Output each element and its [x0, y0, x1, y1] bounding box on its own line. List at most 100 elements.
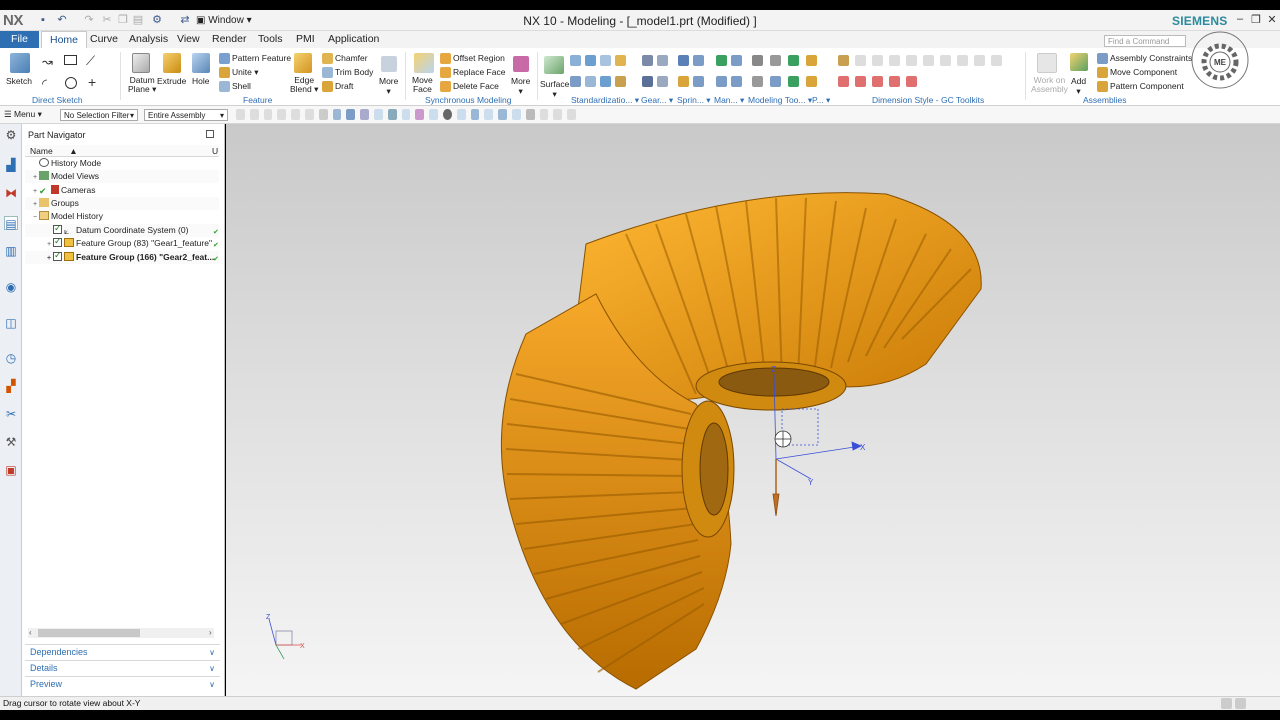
modeling-tool-icon[interactable]: [788, 55, 799, 66]
process-studio-icon[interactable]: ✂: [4, 407, 18, 421]
menu-button[interactable]: ☰ Menu ▾: [4, 109, 42, 120]
tool-icon[interactable]: [570, 55, 581, 66]
sketch-icon[interactable]: [10, 53, 30, 73]
gear-tool-icon[interactable]: [642, 75, 653, 87]
surface-icon[interactable]: [544, 56, 564, 74]
maximize-navigator-icon[interactable]: [206, 130, 214, 138]
view-icon[interactable]: [415, 109, 425, 120]
snap-icon[interactable]: [263, 109, 273, 120]
tree-row-model-views[interactable]: + Model Views: [25, 170, 219, 183]
dimension-tool-icon[interactable]: [855, 75, 866, 87]
spring-tool-icon[interactable]: [678, 55, 689, 66]
manufacturing-tool-icon[interactable]: [731, 75, 742, 87]
view-icon[interactable]: [456, 109, 466, 120]
view-icon[interactable]: [470, 109, 480, 120]
tool-icon[interactable]: [615, 75, 626, 87]
extrude-icon[interactable]: [163, 53, 181, 73]
dimension-tool-icon[interactable]: [906, 75, 917, 87]
scroll-left-icon[interactable]: ‹: [29, 628, 32, 637]
rectangle-icon[interactable]: [64, 55, 77, 65]
system-materials-icon[interactable]: ▞: [4, 379, 18, 393]
modeling-tool-icon[interactable]: [788, 75, 799, 87]
tool-icon[interactable]: [585, 75, 596, 87]
move-face-button[interactable]: Move Face: [412, 76, 433, 94]
hd3d-tools-icon[interactable]: ◫: [4, 316, 18, 330]
dimension-tool-icon[interactable]: [923, 55, 934, 66]
reuse-library-icon[interactable]: ▥: [4, 244, 18, 258]
move-component-button[interactable]: Move Component: [1110, 67, 1177, 77]
line-icon[interactable]: ⟋: [86, 53, 95, 69]
dimension-tool-icon[interactable]: [838, 75, 849, 87]
tree-row-cameras[interactable]: + ✔ Cameras: [25, 184, 219, 197]
modeling-tool-icon[interactable]: [770, 55, 781, 66]
unite-icon[interactable]: [219, 67, 230, 78]
view-icon[interactable]: [373, 109, 383, 120]
view-icon[interactable]: [346, 109, 356, 120]
history-icon[interactable]: ◷: [4, 351, 18, 365]
modeling-tool-icon[interactable]: [806, 75, 817, 87]
tab-analysis[interactable]: Analysis: [121, 31, 176, 48]
details-panel[interactable]: Details ∨: [25, 660, 220, 675]
draft-icon[interactable]: [322, 81, 333, 92]
gear-tool-icon[interactable]: [657, 75, 668, 87]
snap-icon[interactable]: [318, 109, 328, 120]
dimension-tool-icon[interactable]: [974, 55, 985, 66]
part-navigator-icon[interactable]: ▤: [4, 216, 18, 231]
tab-render[interactable]: Render: [204, 31, 254, 48]
snap-icon[interactable]: [249, 109, 259, 120]
spring-tool-icon[interactable]: [693, 75, 704, 87]
restore-icon[interactable]: ❐: [1249, 13, 1263, 27]
shaded-icon[interactable]: [332, 109, 342, 120]
pattern-feature-icon[interactable]: [219, 53, 230, 64]
pattern-component-icon[interactable]: [1097, 81, 1108, 92]
tab-tools[interactable]: Tools: [250, 31, 291, 48]
visibility-checkbox[interactable]: [53, 249, 62, 262]
extrude-button[interactable]: Extrude: [157, 76, 186, 86]
dimension-tool-icon[interactable]: [838, 55, 849, 66]
visibility-checkbox[interactable]: [53, 235, 62, 248]
view-icon[interactable]: [360, 109, 369, 120]
constraint-navigator-icon[interactable]: ⧓: [4, 186, 18, 200]
modeling-tool-icon[interactable]: [752, 75, 763, 87]
modeling-tool-icon[interactable]: [770, 75, 781, 87]
dimension-tool-icon[interactable]: [940, 55, 951, 66]
view-icon[interactable]: [401, 109, 411, 120]
view-icon[interactable]: [442, 109, 452, 120]
shell-icon[interactable]: [219, 81, 230, 92]
offset-region-icon[interactable]: [440, 53, 451, 64]
tree-row-feature-group-gear2[interactable]: + Feature Group (166) "Gear2_feat...: [25, 249, 219, 265]
tab-home[interactable]: Home: [41, 31, 88, 48]
tab-pmi[interactable]: PMI: [288, 31, 323, 48]
circle-icon[interactable]: [65, 77, 77, 89]
dimension-tool-icon[interactable]: [906, 55, 917, 66]
chamfer-icon[interactable]: [322, 53, 333, 64]
hole-button[interactable]: Hole: [192, 76, 209, 86]
tool-icon[interactable]: [585, 55, 596, 66]
tree-row-history-mode[interactable]: History Mode: [25, 157, 219, 170]
more-feature-button[interactable]: More ▾: [379, 76, 398, 97]
scroll-right-icon[interactable]: ›: [209, 628, 212, 637]
expand-icon[interactable]: +: [45, 252, 53, 265]
view-icon[interactable]: [553, 109, 563, 120]
view-icon[interactable]: [511, 109, 521, 120]
snap-icon[interactable]: [236, 109, 245, 120]
more-sync-button[interactable]: More ▾: [511, 76, 530, 97]
spring-tool-icon[interactable]: [678, 75, 689, 87]
unite-button[interactable]: Unite ▾: [232, 67, 258, 78]
arc-icon[interactable]: ◜: [42, 76, 47, 92]
view-icon[interactable]: [539, 109, 549, 120]
move-component-icon[interactable]: [1097, 67, 1108, 78]
tab-application[interactable]: Application: [320, 31, 387, 48]
trim-body-icon[interactable]: [322, 67, 333, 78]
assembly-navigator-icon[interactable]: ▟: [4, 158, 18, 172]
draft-button[interactable]: Draft: [335, 81, 353, 91]
pattern-feature-button[interactable]: Pattern Feature: [232, 53, 291, 63]
tool-icon[interactable]: [600, 75, 611, 87]
view-icon[interactable]: [387, 109, 397, 120]
gear-tool-icon[interactable]: [642, 55, 653, 66]
manufacturing-tool-icon[interactable]: [716, 75, 727, 87]
datum-plane-button[interactable]: Datum Plane ▾: [128, 76, 156, 94]
dimension-tool-icon[interactable]: [855, 55, 866, 66]
snap-icon[interactable]: [277, 109, 287, 120]
trim-body-button[interactable]: Trim Body: [335, 67, 373, 77]
